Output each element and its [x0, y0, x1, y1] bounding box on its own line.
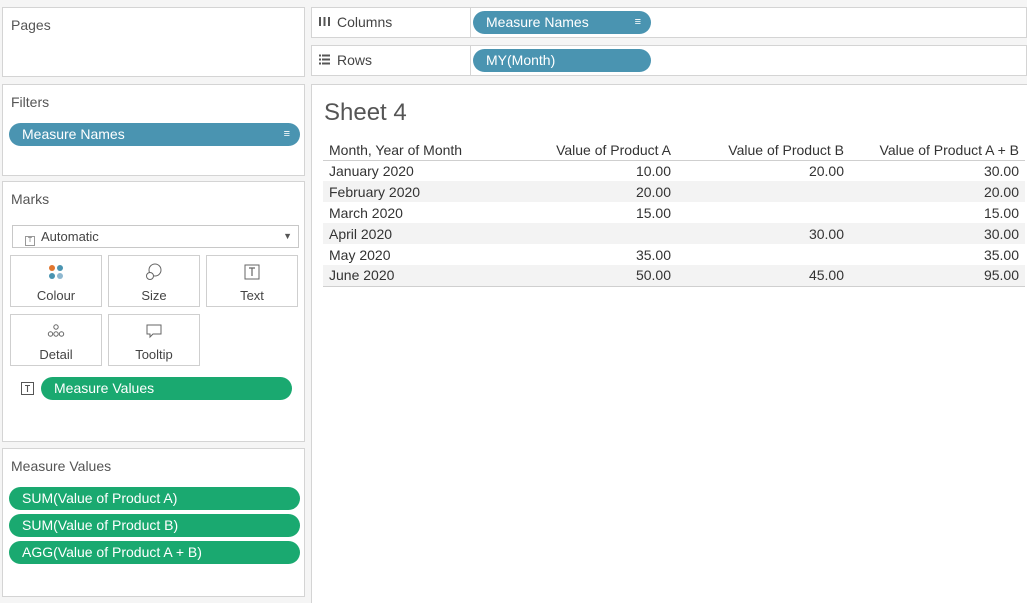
column-header[interactable]: Value of Product A + B	[850, 141, 1025, 161]
cell-value[interactable]: 10.00	[506, 160, 677, 181]
measure-value-pill[interactable]: SUM(Value of Product A)	[9, 487, 300, 510]
table-row: April 2020 30.00 30.00	[323, 223, 1025, 244]
columns-shelf-label: Columns	[312, 8, 471, 37]
rows-label-text: Rows	[337, 52, 373, 68]
measure-values-title: Measure Values	[11, 458, 112, 474]
columns-pill-label: Measure Names	[486, 14, 589, 30]
colour-icon	[11, 264, 101, 280]
header-row: Month, Year of Month Value of Product A …	[323, 141, 1025, 161]
measure-value-pill[interactable]: SUM(Value of Product B)	[9, 514, 300, 537]
pages-card[interactable]: Pages	[2, 7, 305, 77]
row-header[interactable]: January 2020	[323, 160, 506, 181]
marks-pill-label: Measure Values	[54, 380, 155, 396]
columns-icon	[319, 9, 331, 38]
sort-icon: ≡	[283, 128, 290, 140]
rows-pill-month[interactable]: MY(Month)	[473, 49, 651, 72]
sheet-title: Sheet 4	[324, 99, 407, 126]
cell-value[interactable]: 15.00	[506, 202, 677, 223]
cell-value[interactable]: 95.00	[850, 265, 1025, 287]
row-header[interactable]: June 2020	[323, 265, 506, 287]
columns-label-text: Columns	[337, 14, 393, 30]
cell-value[interactable]: 45.00	[677, 265, 850, 287]
table-row: January 2020 10.00 20.00 30.00	[323, 160, 1025, 181]
filter-pill-measure-names[interactable]: Measure Names ≡	[9, 123, 300, 146]
measure-values-card: Measure Values SUM(Value of Product A) S…	[2, 448, 305, 597]
measure-value-pill[interactable]: AGG(Value of Product A + B)	[9, 541, 300, 564]
cell-value[interactable]: 50.00	[506, 265, 677, 287]
rows-shelf-label: Rows	[312, 46, 471, 75]
rows-shelf[interactable]: Rows MY(Month)	[311, 45, 1027, 76]
detail-icon	[11, 323, 101, 339]
cell-value[interactable]: 20.00	[850, 181, 1025, 202]
cell-value[interactable]: 35.00	[850, 244, 1025, 265]
tooltip-button[interactable]: Tooltip	[108, 314, 200, 366]
tooltip-label: Tooltip	[135, 347, 173, 362]
cell-value[interactable]: 20.00	[677, 160, 850, 181]
table-row: June 2020 50.00 45.00 95.00	[323, 265, 1025, 287]
row-header[interactable]: March 2020	[323, 202, 506, 223]
columns-pill-measure-names[interactable]: Measure Names ≡	[473, 11, 651, 34]
colour-label: Colour	[36, 288, 76, 303]
crosstab-table: Month, Year of Month Value of Product A …	[323, 141, 1025, 287]
cell-value[interactable]	[506, 223, 677, 244]
size-icon	[109, 263, 199, 280]
mark-type-value: Automatic	[41, 229, 99, 244]
mark-type-dropdown[interactable]: T Automatic ▼	[12, 225, 299, 248]
measure-value-label: SUM(Value of Product B)	[22, 517, 179, 533]
column-header[interactable]: Value of Product A	[506, 141, 677, 161]
cell-value[interactable]: 30.00	[850, 160, 1025, 181]
table-row: March 2020 15.00 15.00	[323, 202, 1025, 223]
cell-value[interactable]: 20.00	[506, 181, 677, 202]
measure-value-label: AGG(Value of Product A + B)	[22, 544, 202, 560]
detail-label: Detail	[39, 347, 73, 362]
cell-value[interactable]: 35.00	[506, 244, 677, 265]
pages-title: Pages	[11, 17, 51, 33]
cell-value[interactable]: 15.00	[850, 202, 1025, 223]
tooltip-icon	[109, 323, 199, 339]
marks-card: Marks T Automatic ▼ Colour Size Text Det…	[2, 181, 305, 442]
chevron-down-icon: ▼	[283, 231, 292, 241]
viz-canvas[interactable]: Sheet 4 Month, Year of Month Value of Pr…	[311, 84, 1027, 603]
filters-card[interactable]: Filters Measure Names ≡	[2, 84, 305, 176]
table-row: May 2020 35.00 35.00	[323, 244, 1025, 265]
rows-pill-label: MY(Month)	[486, 52, 556, 68]
marks-title: Marks	[11, 191, 50, 207]
sort-icon: ≡	[634, 16, 641, 28]
row-header[interactable]: February 2020	[323, 181, 506, 202]
row-header[interactable]: May 2020	[323, 244, 506, 265]
text-icon	[207, 264, 297, 280]
cell-value[interactable]: 30.00	[677, 223, 850, 244]
size-button[interactable]: Size	[108, 255, 200, 307]
cell-value[interactable]	[677, 202, 850, 223]
detail-button[interactable]: Detail	[10, 314, 102, 366]
text-label: Text	[240, 288, 264, 303]
rows-icon	[319, 47, 331, 76]
column-header[interactable]: Value of Product B	[677, 141, 850, 161]
cell-value[interactable]	[677, 244, 850, 265]
cell-value[interactable]	[677, 181, 850, 202]
columns-shelf[interactable]: Columns Measure Names ≡	[311, 7, 1027, 38]
row-header[interactable]: April 2020	[323, 223, 506, 244]
table-row: February 2020 20.00 20.00	[323, 181, 1025, 202]
marks-pill-measure-values[interactable]: Measure Values	[41, 377, 292, 400]
text-mark-icon: T	[25, 236, 35, 246]
colour-button[interactable]: Colour	[10, 255, 102, 307]
filter-pill-label: Measure Names	[22, 126, 125, 142]
filters-title: Filters	[11, 94, 50, 110]
size-label: Size	[141, 288, 167, 303]
measure-value-label: SUM(Value of Product A)	[22, 490, 178, 506]
text-button[interactable]: Text	[206, 255, 298, 307]
text-encoding-icon	[21, 382, 34, 398]
column-header[interactable]: Month, Year of Month	[323, 141, 506, 161]
cell-value[interactable]: 30.00	[850, 223, 1025, 244]
